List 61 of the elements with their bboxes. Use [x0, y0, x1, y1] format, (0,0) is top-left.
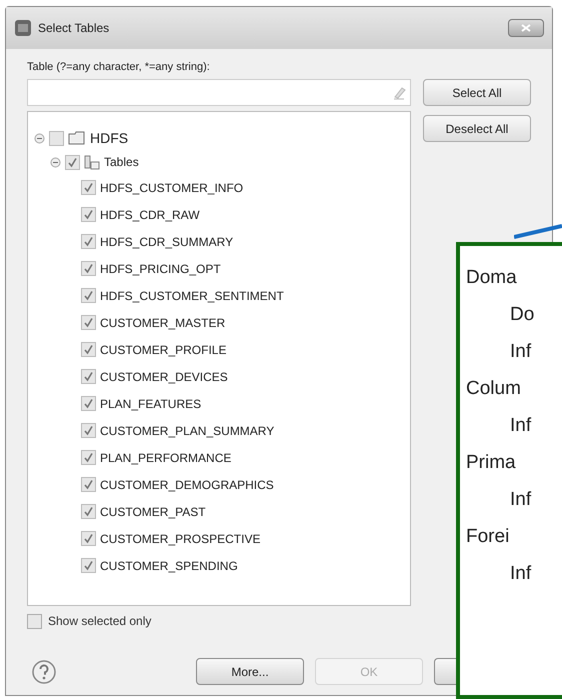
tree-item[interactable]: CUSTOMER_PROSPECTIVE [100, 530, 260, 548]
tree-item[interactable]: CUSTOMER_PLAN_SUMMARY [100, 422, 274, 440]
checkbox[interactable] [81, 423, 96, 438]
close-button[interactable] [508, 19, 544, 37]
checkbox[interactable] [27, 614, 42, 628]
collapse-toggle[interactable] [34, 132, 45, 144]
callout-text: Inf [509, 488, 532, 512]
checkbox-label: Show selected only [48, 613, 152, 630]
checkbox[interactable] [81, 396, 96, 411]
window-title: Select Tables [38, 20, 110, 37]
callout-text: Inf [509, 414, 532, 438]
tree-item[interactable]: CUSTOMER_PAST [100, 502, 206, 520]
button[interactable]: More... [196, 658, 304, 685]
checkbox[interactable] [81, 477, 96, 492]
checkbox[interactable] [81, 315, 96, 330]
button[interactable]: Deselect All [423, 115, 531, 142]
tree-item[interactable]: HDFS [90, 128, 128, 148]
checkbox[interactable] [65, 154, 80, 170]
collapse-toggle[interactable] [50, 156, 61, 168]
callout-text: Inf [509, 562, 532, 586]
checkbox[interactable] [81, 342, 96, 357]
tree-item[interactable]: CUSTOMER_DEVICES [100, 368, 228, 386]
callout-text: Inf [509, 340, 532, 364]
tables-icon [84, 154, 100, 170]
tree-item[interactable]: Tables [104, 153, 139, 171]
checkbox[interactable] [81, 531, 96, 546]
button[interactable]: Select All [423, 79, 531, 106]
folder-icon [68, 131, 86, 145]
callout-text: Doma [465, 266, 518, 290]
close-icon [521, 24, 531, 32]
checkbox[interactable] [81, 207, 96, 222]
tree-item[interactable]: CUSTOMER_SPENDING [100, 556, 238, 574]
checkbox[interactable] [81, 504, 96, 519]
tree-item[interactable]: HDFS_CUSTOMER_SENTIMENT [100, 286, 284, 304]
tree-item[interactable]: CUSTOMER_MASTER [100, 314, 226, 332]
help-icon[interactable] [31, 658, 57, 684]
callout-text: Forei [465, 525, 510, 549]
callout-text: Do [509, 303, 536, 327]
tree-item[interactable]: PLAN_PERFORMANCE [100, 448, 232, 466]
checkbox[interactable] [81, 180, 96, 195]
tree-item[interactable]: PLAN_FEATURES [100, 394, 202, 412]
eraser-icon [392, 86, 406, 100]
button[interactable] [434, 658, 458, 685]
filter-field[interactable] [27, 79, 411, 106]
tree-item[interactable]: HDFS_CUSTOMER_INFO [100, 178, 244, 196]
checkbox[interactable] [49, 130, 64, 146]
checkbox[interactable] [81, 234, 96, 249]
tree-item[interactable]: CUSTOMER_PROFILE [100, 340, 226, 358]
tree-item[interactable]: CUSTOMER_DEMOGRAPHICS [100, 476, 274, 494]
callout-text: Prima [465, 451, 517, 475]
checkbox[interactable] [81, 369, 96, 384]
tree-item[interactable]: HDFS_PRICING_OPT [100, 260, 221, 278]
checkbox[interactable] [81, 558, 96, 573]
checkbox[interactable] [81, 261, 96, 276]
callout-text: Colum [465, 377, 522, 401]
app-icon [14, 19, 32, 37]
checkbox[interactable] [81, 450, 96, 465]
filter-label: Table (?=any character, *=any string): [27, 60, 211, 75]
tree-item[interactable]: HDFS_CDR_SUMMARY [100, 232, 234, 250]
checkbox[interactable] [81, 288, 96, 303]
tree-item[interactable]: HDFS_CDR_RAW [100, 206, 200, 224]
